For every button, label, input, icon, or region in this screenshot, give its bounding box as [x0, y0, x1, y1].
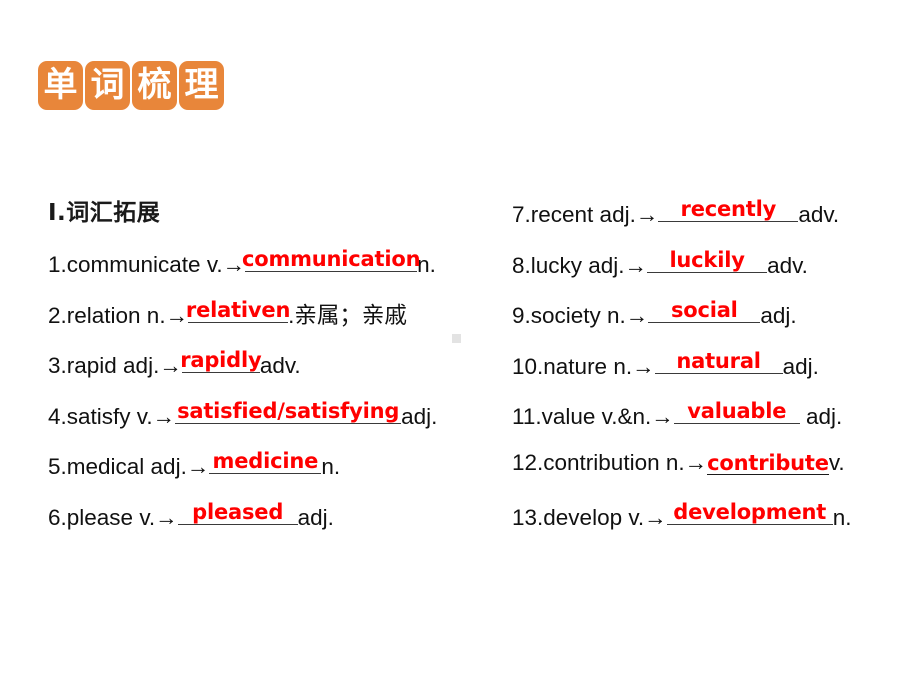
vocab-prompt: 3.rapid adj.→ — [48, 353, 182, 378]
title-char-box: 单 — [38, 61, 83, 110]
part-of-speech-suffix: adj. — [760, 303, 797, 328]
part-of-speech-suffix: adj. — [297, 504, 334, 530]
answer-text: contribute — [707, 450, 829, 475]
part-of-speech-suffix: adv. — [259, 353, 301, 378]
answer-text: valuable — [687, 399, 787, 423]
vocab-prompt: 12.contribution n.→ — [512, 449, 708, 475]
answer-text: development — [673, 500, 827, 524]
slide-artifact-square — [452, 334, 461, 343]
answer-blank: recently — [658, 197, 799, 222]
title-char-box: 理 — [179, 61, 224, 110]
answer-blank: contribute — [707, 450, 829, 475]
title-char-box: 词 — [85, 61, 130, 110]
answer-blank: social — [648, 298, 761, 323]
answer-text: satisfied/satisfying — [177, 398, 400, 423]
vocab-prompt: 10.nature n.→ — [512, 353, 655, 379]
vocab-item: 3.rapid adj.→ rapidly adv. — [48, 350, 301, 378]
answer-blank: pleased — [177, 499, 298, 525]
vocab-item: 2.relation n.→ relativen .亲属；亲戚 — [48, 297, 407, 329]
part-of-speech-suffix: n. — [832, 505, 852, 530]
vocab-item: 6.please v.→ pleased adj. — [48, 499, 334, 530]
vocab-prompt: 2.relation n.→ — [48, 302, 189, 328]
part-of-speech-suffix: adv. — [767, 252, 808, 278]
answer-blank: development — [666, 500, 833, 525]
answer-blank: rapidly — [180, 348, 262, 373]
slide-title-banner: 单词梳理 — [38, 61, 224, 110]
answer-blank: communication — [241, 247, 421, 272]
vocab-item: 12.contribution n.→contributev. — [512, 449, 845, 475]
vocab-item: 9.society n.→ social adj. — [512, 300, 797, 328]
vocab-item: 4.satisfy v.→ satisfied/satisfying adj. — [48, 398, 438, 429]
part-of-speech-suffix: adv. — [798, 202, 840, 227]
answer-text: recently — [680, 197, 777, 221]
vocab-prompt: 1.communicate v.→ — [48, 252, 246, 277]
answer-text: social — [670, 298, 738, 322]
answer-blank: natural — [654, 348, 783, 374]
answer-text: luckily — [669, 247, 745, 272]
part-of-speech-suffix: n. — [321, 454, 341, 479]
vocab-item: 7.recent adj.→ recently adv. — [512, 199, 839, 227]
vocab-item: 5.medical adj.→ medicine n. — [48, 451, 340, 479]
part-of-speech-suffix: v. — [828, 449, 845, 475]
vocab-item: 10.nature n.→ natural adj. — [512, 348, 819, 379]
answer-text: communication — [241, 247, 421, 271]
vocab-prompt: 9.society n.→ — [512, 303, 649, 328]
vocab-item: 1.communicate v.→ communication n. — [48, 249, 436, 277]
vocab-prompt: 13.develop v.→ — [512, 505, 667, 530]
vocab-prompt: 8.lucky adj.→ — [512, 252, 648, 278]
answer-blank: valuable — [673, 399, 800, 424]
vocab-prompt: 11.value v.&n.→ — [512, 404, 674, 429]
answer-text: medicine — [212, 449, 319, 473]
vocab-prompt: 6.please v.→ — [48, 504, 178, 530]
part-of-speech-suffix: adj. — [401, 403, 438, 429]
vocab-prompt: 7.recent adj.→ — [512, 202, 659, 227]
vocab-prompt: 4.satisfy v.→ — [48, 403, 176, 429]
answer-text: relativen — [185, 297, 291, 322]
answer-blank: medicine — [209, 449, 322, 474]
answer-text: pleased — [192, 499, 284, 524]
answer-blank: satisfied/satisfying — [175, 398, 402, 424]
vocab-item: 8.lucky adj.→ luckily adv. — [512, 247, 808, 278]
chinese-gloss: 亲属；亲戚 — [294, 302, 407, 329]
vocab-item: 13.develop v.→ development n. — [512, 502, 851, 530]
answer-blank: relativen — [185, 297, 291, 323]
vocab-item: 11.value v.&n.→ valuable adj. — [512, 401, 842, 429]
part-of-speech-suffix: adj. — [782, 353, 819, 379]
part-of-speech-suffix: adj. — [799, 404, 843, 429]
vocab-prompt: 5.medical adj.→ — [48, 454, 210, 479]
answer-text: natural — [676, 348, 761, 373]
answer-blank: luckily — [647, 247, 768, 273]
section-heading: Ⅰ.词汇拓展 — [48, 200, 161, 226]
answer-text: rapidly — [180, 348, 262, 372]
title-char-box: 梳 — [132, 61, 177, 110]
